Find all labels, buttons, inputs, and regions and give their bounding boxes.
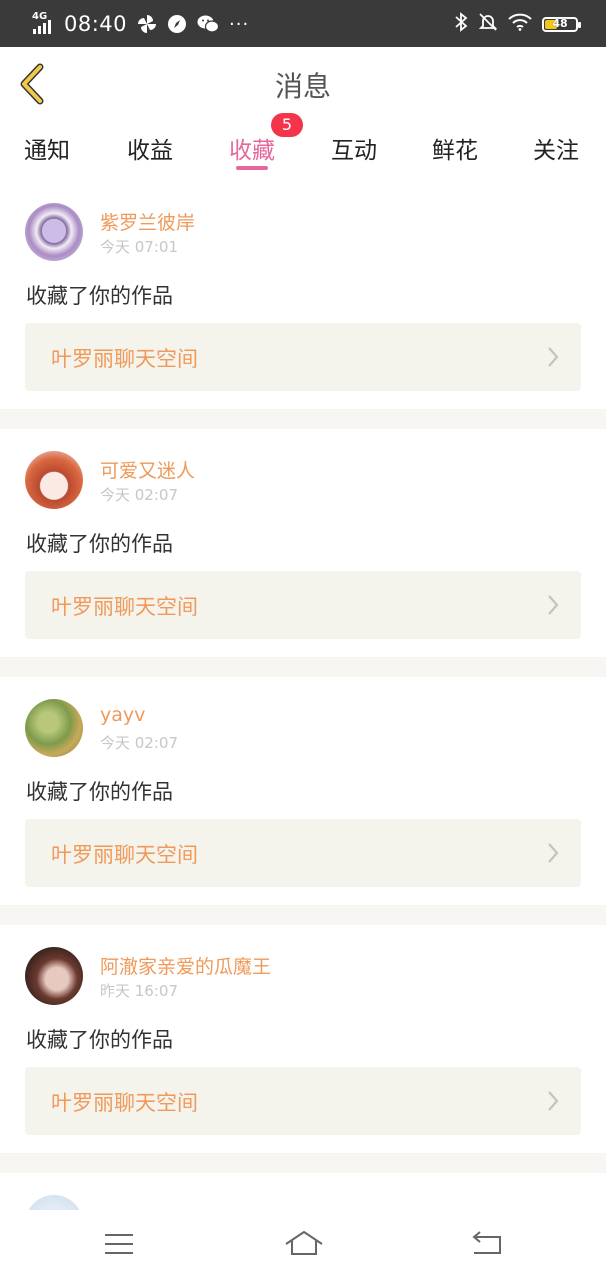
work-link[interactable]: 叶罗丽聊天空间	[25, 1067, 581, 1135]
message-card	[0, 1173, 606, 1210]
page-title: 消息	[274, 70, 331, 103]
back-icon	[472, 1231, 501, 1254]
compass-icon	[167, 14, 187, 34]
wechat-icon	[197, 14, 220, 34]
work-title: 叶罗丽聊天空间	[51, 1091, 198, 1115]
bluetooth-icon	[454, 12, 468, 36]
chevron-right-icon	[548, 595, 559, 615]
message-text: 收藏了你的作品	[26, 532, 173, 556]
home-icon	[285, 1231, 323, 1255]
tab-interactions[interactable]: 互动	[331, 131, 377, 165]
work-link[interactable]: 叶罗丽聊天空间	[25, 819, 581, 887]
avatar[interactable]	[25, 947, 83, 1005]
work-link[interactable]: 叶罗丽聊天空间	[25, 571, 581, 639]
back-nav-button[interactable]	[468, 1228, 508, 1260]
message-card: 紫罗兰彼岸 今天 07:01 收藏了你的作品 叶罗丽聊天空间	[0, 181, 606, 409]
pinwheel-icon	[137, 14, 157, 34]
message-text: 收藏了你的作品	[26, 780, 173, 804]
tab-bar: 通知 收益 收藏 互动 鲜花 关注	[0, 121, 606, 181]
message-time: 今天 02:07	[100, 734, 178, 752]
more-dots-icon: ···	[229, 13, 250, 35]
tab-favorites[interactable]: 收藏	[229, 131, 275, 165]
message-text: 收藏了你的作品	[26, 1028, 173, 1052]
tab-earnings[interactable]: 收益	[127, 131, 173, 165]
menu-button[interactable]	[99, 1228, 139, 1260]
signal-icon: 4G	[30, 11, 60, 36]
chevron-right-icon	[548, 1091, 559, 1111]
status-bar: 4G 08:40 ··· 48	[0, 0, 606, 47]
home-button[interactable]	[283, 1228, 323, 1260]
avatar[interactable]	[25, 203, 83, 261]
work-link[interactable]: 叶罗丽聊天空间	[25, 323, 581, 391]
message-card: 可爱又迷人 今天 02:07 收藏了你的作品 叶罗丽聊天空间	[0, 429, 606, 657]
chevron-right-icon	[548, 347, 559, 367]
username[interactable]: 阿澈家亲爱的瓜魔王	[100, 952, 271, 979]
message-time: 今天 07:01	[100, 238, 178, 256]
message-time: 今天 02:07	[100, 486, 178, 504]
username[interactable]: 可爱又迷人	[100, 456, 195, 483]
active-tab-indicator	[236, 166, 268, 170]
bell-muted-icon	[478, 12, 498, 36]
message-card: 阿澈家亲爱的瓜魔王 昨天 16:07 收藏了你的作品 叶罗丽聊天空间	[0, 925, 606, 1153]
work-title: 叶罗丽聊天空间	[51, 843, 198, 867]
battery-icon: 48	[542, 16, 581, 32]
work-title: 叶罗丽聊天空间	[51, 347, 198, 371]
avatar[interactable]	[25, 1195, 83, 1210]
menu-icon	[105, 1234, 133, 1254]
wifi-icon	[508, 13, 532, 35]
tab-follows[interactable]: 关注	[533, 131, 579, 165]
work-title: 叶罗丽聊天空间	[51, 595, 198, 619]
tab-badge-count: 5	[271, 113, 303, 137]
message-time: 昨天 16:07	[100, 982, 178, 1000]
chevron-right-icon	[548, 843, 559, 863]
status-time: 08:40	[64, 12, 128, 36]
message-card: yayv 今天 02:07 收藏了你的作品 叶罗丽聊天空间	[0, 677, 606, 905]
tab-flowers[interactable]: 鲜花	[432, 131, 478, 165]
username[interactable]: yayv	[100, 704, 145, 726]
username[interactable]: 紫罗兰彼岸	[100, 208, 195, 235]
message-text: 收藏了你的作品	[26, 284, 173, 308]
avatar[interactable]	[25, 699, 83, 757]
battery-level: 48	[552, 16, 568, 30]
title-bar: 消息	[0, 47, 606, 122]
tab-notifications[interactable]: 通知	[24, 131, 70, 165]
system-nav-bar	[0, 1210, 606, 1280]
avatar[interactable]	[25, 451, 83, 509]
